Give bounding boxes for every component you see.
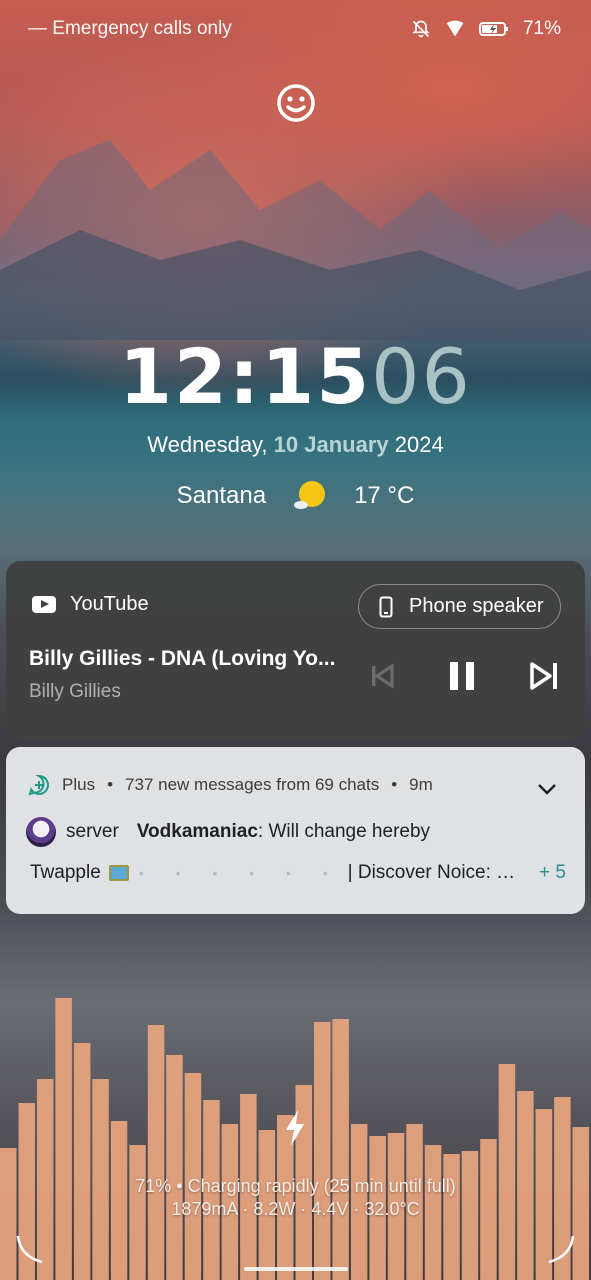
youtube-icon (32, 596, 56, 613)
clock-hours-minutes: 12:15 (119, 332, 372, 421)
weather-location: Santana (176, 482, 267, 509)
carrier-status: — Emergency calls only (28, 18, 232, 40)
charging-stats: 1879mA · 8.2W · 4.4V · 32.0°C (171, 1199, 420, 1219)
date-weekday: Wednesday, (147, 432, 268, 457)
picture-icon (108, 865, 129, 881)
output-device-button[interactable]: Phone speaker (358, 584, 561, 629)
media-app-name: YouTube (70, 593, 149, 615)
notification-time: 9m (409, 775, 433, 794)
charging-info: 71% • Charging rapidly (25 min until ful… (0, 1175, 591, 1221)
weather-temperature: 17 °C (354, 482, 415, 509)
notification-message-row[interactable]: Twapple • • • • • • | Discover Noice: Pe… (30, 862, 566, 884)
battery-percentage: 71% (522, 18, 561, 39)
visualizer-bar (73, 1043, 91, 1280)
smiley-face-icon[interactable] (275, 82, 317, 124)
visualizer-bar (147, 1025, 165, 1280)
chat-name: server (66, 821, 119, 842)
plus-messenger-icon (28, 774, 49, 796)
status-bar: — Emergency calls only 71% (0, 0, 591, 58)
notification-separator: • (391, 775, 398, 794)
visualizer-bar (166, 1055, 183, 1280)
avatar (26, 817, 56, 847)
track-artist: Billy Gillies (29, 681, 121, 702)
visualizer-bar (314, 1022, 331, 1280)
notification-card[interactable]: Plus • 737 new messages from 69 chats • … (6, 747, 585, 914)
clock-seconds: 06 (371, 332, 472, 421)
mountain-background (0, 140, 591, 340)
visualizer-bar (55, 998, 72, 1280)
phone-icon (379, 596, 393, 617)
pause-icon[interactable] (444, 658, 480, 694)
notification-separator: • (107, 775, 114, 794)
charging-bolt-icon (286, 1110, 304, 1146)
notification-app: Plus (62, 775, 96, 794)
chevron-down-icon[interactable] (535, 777, 559, 801)
weather-widget[interactable]: Santana 17 °C (0, 478, 591, 514)
corner-left-icon (16, 1235, 43, 1264)
charging-status: 71% • Charging rapidly (25 min until ful… (135, 1176, 456, 1196)
battery-charging-icon (478, 22, 508, 36)
hidden-text-dots: • • • • • • (138, 865, 342, 881)
lockscreen-date: Wednesday, 10 January 2024 (0, 432, 591, 458)
notifications-off-icon (412, 20, 430, 38)
home-indicator[interactable] (244, 1267, 348, 1271)
notification-message-row[interactable]: server Vodkamaniac: Will change hereby (26, 817, 430, 847)
previous-icon[interactable] (364, 658, 400, 694)
media-app-label: YouTube (32, 593, 149, 616)
lockscreen-clock: 12:1506 (0, 332, 591, 421)
wifi-icon (446, 20, 464, 37)
track-title: Billy Gillies - DNA (Loving Yo... (29, 647, 336, 670)
date-day-month: 10 January (273, 432, 389, 457)
corner-right-icon (548, 1235, 575, 1264)
media-player-card[interactable]: YouTube Phone speaker Billy Gillies - DN… (6, 561, 585, 739)
visualizer-bar (498, 1064, 516, 1280)
more-messages-count: + 5 (539, 862, 566, 883)
chat-name: Twapple (30, 862, 101, 883)
notification-header: Plus • 737 new messages from 69 chats • … (28, 774, 433, 796)
next-icon[interactable] (526, 658, 562, 694)
notification-summary: 737 new messages from 69 chats (125, 775, 380, 794)
carrier-text: — Emergency calls only (28, 18, 232, 39)
partly-sunny-icon (294, 481, 326, 509)
message-text: | Discover Noice: Perfect f... (347, 862, 527, 883)
output-device-label: Phone speaker (409, 595, 544, 617)
message-text: : Will change hereby (257, 821, 431, 842)
visualizer-bar (332, 1019, 349, 1280)
sender-name: Vodkamaniac (136, 821, 258, 842)
date-year: 2024 (394, 432, 444, 457)
